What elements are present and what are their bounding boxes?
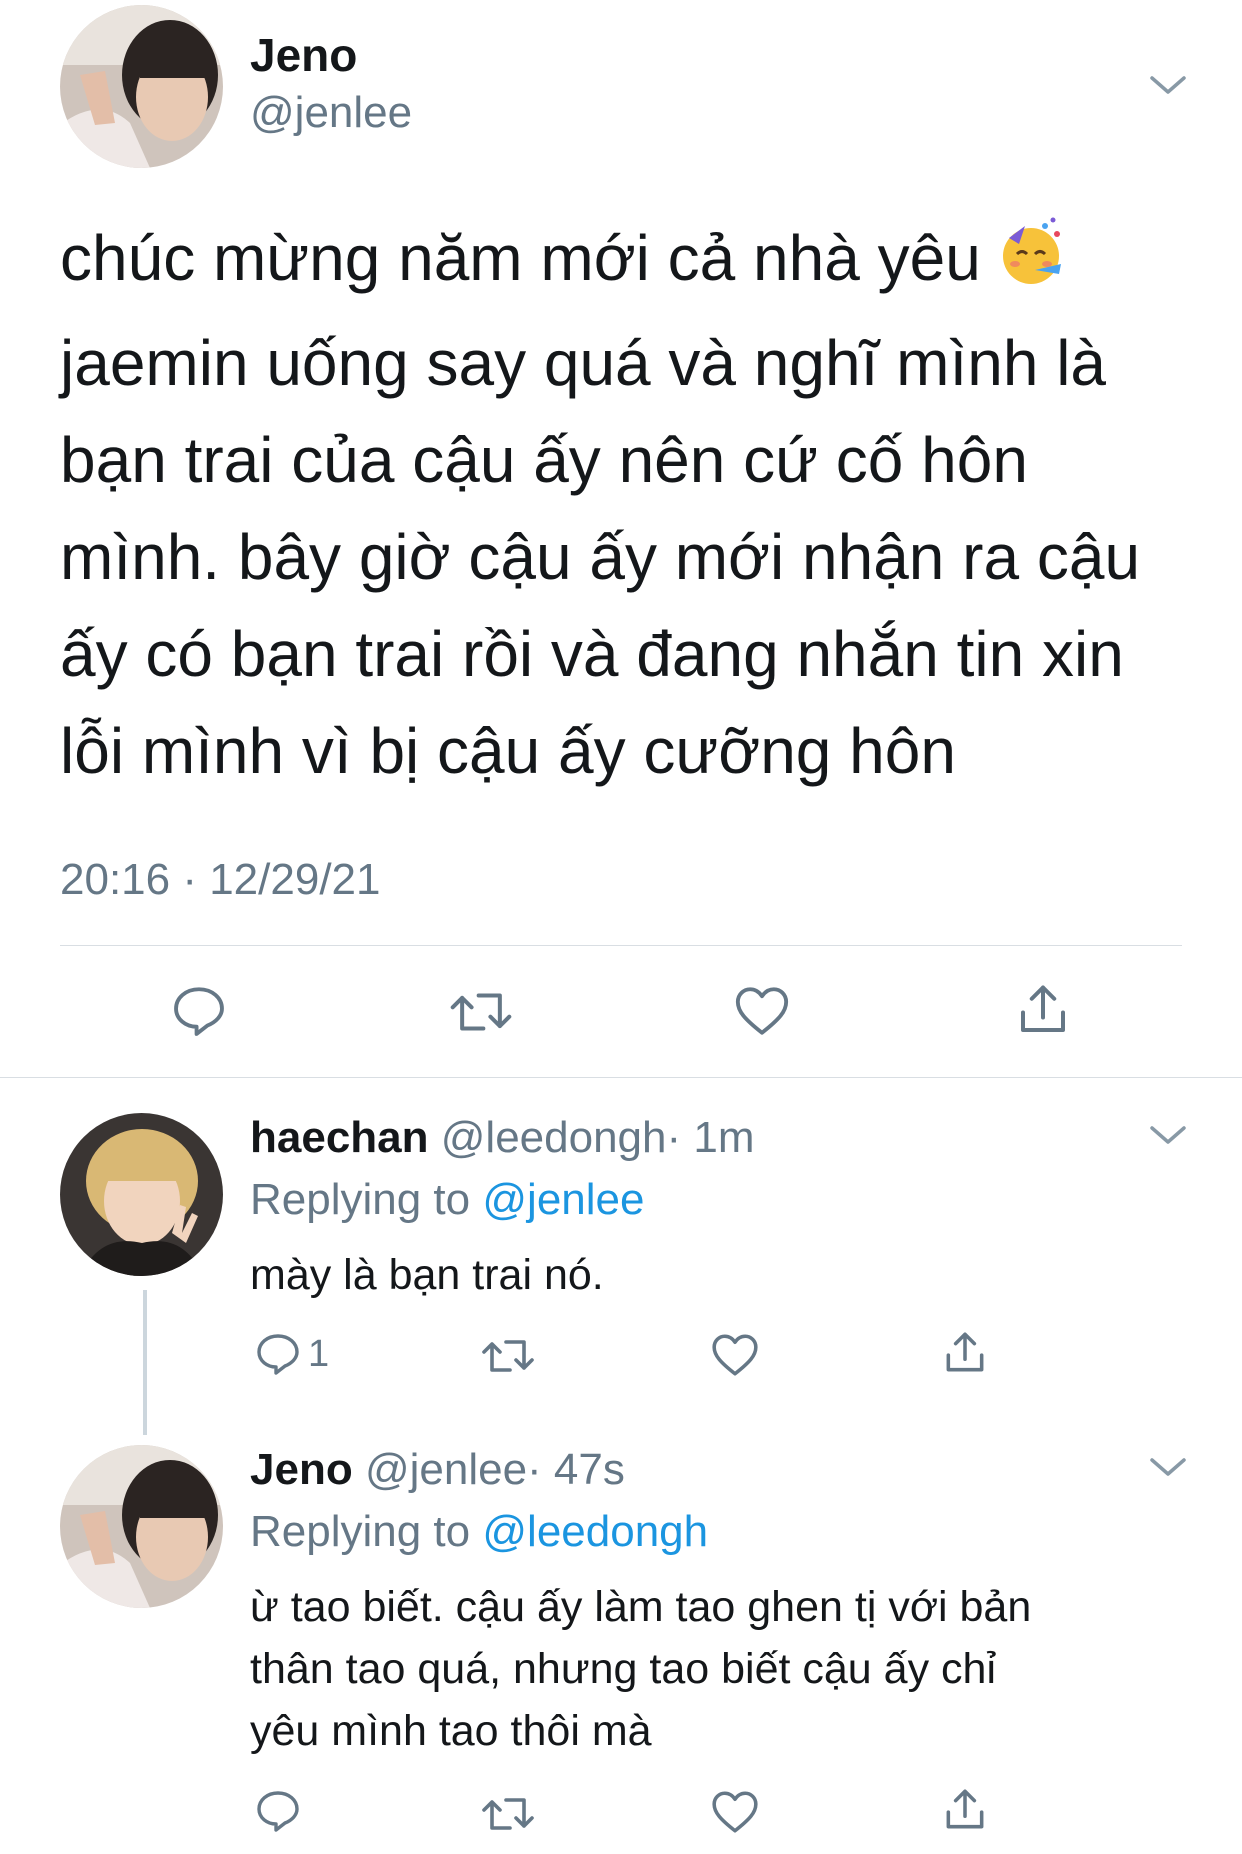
share-button[interactable] [1013,980,1073,1040]
reply-header: haechan @leedongh· 1m [250,1108,755,1168]
like-button[interactable] [710,1787,760,1837]
reply-text: ừ tao biết. cậu ấy làm tao ghen tị với b… [250,1583,1032,1755]
replying-to: Replying to @leedongh [250,1502,708,1562]
replying-to: Replying to @jenlee [250,1170,644,1230]
share-button[interactable] [940,1785,990,1835]
avatar-jeno[interactable] [60,5,223,168]
heart-icon [712,1334,758,1376]
tweet-text-line1: chúc mừng năm mới cả nhà yêu [60,222,981,294]
replying-to-link[interactable]: @jenlee [482,1175,644,1224]
avatar-image [60,1445,223,1608]
reply-header: Jeno @jenlee· 47s [250,1440,625,1500]
chevron-down-icon[interactable] [1148,1120,1188,1150]
divider [60,945,1182,946]
avatar-image [60,5,223,168]
heart-icon [735,987,789,1035]
replying-to-label: Replying to [250,1175,471,1224]
reply-time: · 47s [527,1445,625,1494]
share-icon [946,1332,984,1372]
reply-count: 1 [308,1332,330,1375]
chevron-down-icon[interactable] [1148,70,1188,100]
like-button[interactable] [733,982,791,1040]
replying-to-label: Replying to [250,1507,471,1556]
reply-button[interactable] [170,982,228,1040]
reply-icon [257,1334,299,1375]
reply-icon [257,1791,299,1832]
avatar-jeno[interactable] [60,1445,223,1608]
retweet-icon [450,993,512,1031]
thread-line [143,1290,147,1435]
share-button[interactable] [940,1328,990,1378]
heart-icon [712,1791,758,1833]
avatar-image [60,1113,223,1276]
reply-text: mày là bạn trai nó. [250,1251,604,1299]
reply-time: · 1m [666,1113,755,1162]
retweet-icon [482,1798,534,1830]
reply-button[interactable] [254,1787,302,1835]
share-icon [946,1789,984,1829]
reply-author-handle[interactable]: @leedongh [441,1113,667,1162]
tweet-text: chúc mừng năm mới cả nhà yêu jaemin uống… [60,210,1200,800]
retweet-icon [482,1340,534,1372]
partying-face-icon [995,216,1067,315]
retweet-button[interactable] [480,1334,536,1378]
retweet-button[interactable] [448,986,514,1038]
replying-to-link[interactable]: @leedongh [482,1507,708,1556]
avatar-haechan[interactable] [60,1113,223,1276]
author-name[interactable]: Jeno [250,28,357,82]
reply-author-handle[interactable]: @jenlee [365,1445,527,1494]
retweet-button[interactable] [480,1792,536,1836]
section-divider [0,1077,1242,1078]
like-button[interactable] [710,1330,760,1380]
reply-icon [174,987,224,1036]
tweet-text-body: jaemin uống say quá và nghĩ mình là bạn … [60,327,1141,787]
reply-button[interactable]: 1 [254,1330,329,1378]
reply-author-name[interactable]: haechan [250,1113,429,1162]
share-icon [1021,985,1065,1032]
reply-author-name[interactable]: Jeno [250,1445,353,1494]
author-handle[interactable]: @jenlee [250,88,412,138]
chevron-down-icon[interactable] [1148,1452,1188,1482]
tweet-timestamp[interactable]: 20:16 · 12/29/21 [60,855,380,905]
